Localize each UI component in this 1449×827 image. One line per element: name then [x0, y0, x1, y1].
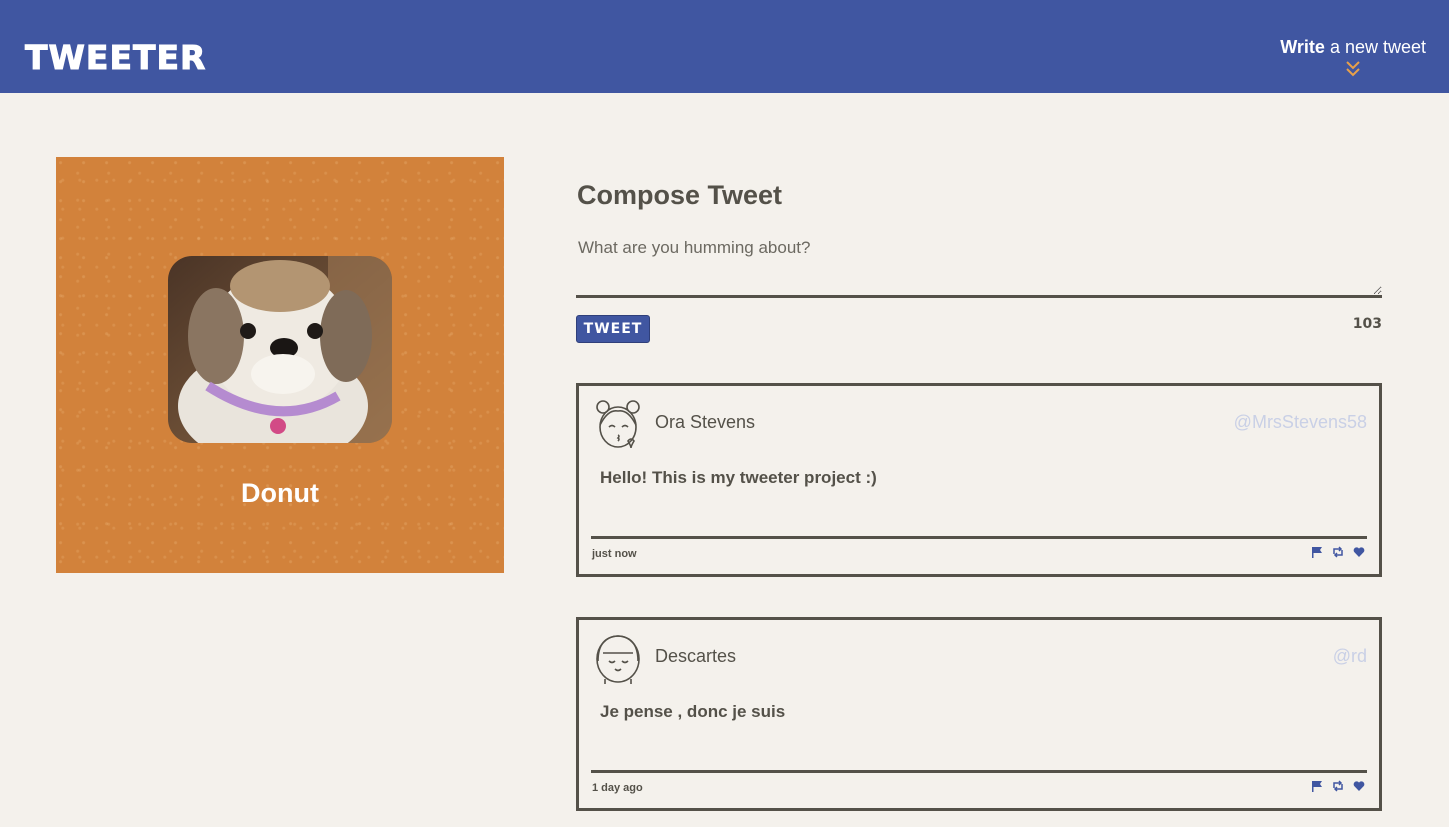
- flag-icon[interactable]: [1311, 780, 1323, 792]
- brand-logo[interactable]: TWEETER: [24, 38, 206, 78]
- tweet-author-handle: @MrsStevens58: [1233, 412, 1367, 432]
- heart-icon[interactable]: [1353, 546, 1365, 558]
- retweet-icon[interactable]: [1332, 780, 1344, 792]
- tweet-content: Je pense , donc je suis: [600, 702, 786, 721]
- tweet-timestamp: just now: [592, 548, 637, 560]
- tweet-content: Hello! This is my tweeter project :): [600, 468, 877, 487]
- profile-card: Donut: [56, 157, 504, 573]
- tweet-divider: [591, 536, 1367, 539]
- user-avatar-icon: [594, 631, 642, 685]
- tweet-author-handle: @rd: [1332, 646, 1367, 666]
- tweet-divider: [591, 770, 1367, 773]
- top-nav: TWEETER Write a new tweet: [0, 0, 1449, 93]
- tweet-card: Descartes @rd Je pense , donc je suis 1 …: [576, 617, 1382, 811]
- compose-title: Compose Tweet: [577, 180, 783, 210]
- profile-name: Donut: [241, 478, 319, 508]
- write-link-bold: Write: [1280, 37, 1325, 57]
- tweet-card: Ora Stevens @MrsStevens58 Hello! This is…: [576, 383, 1382, 577]
- retweet-icon[interactable]: [1332, 546, 1344, 558]
- tweet-text-input[interactable]: [576, 232, 1382, 298]
- write-new-tweet-link[interactable]: Write a new tweet: [1280, 37, 1426, 78]
- double-chevron-down-icon[interactable]: [1344, 60, 1362, 78]
- tweet-actions: [1311, 780, 1365, 792]
- character-counter: 103: [1352, 316, 1382, 332]
- user-avatar-icon: [594, 397, 642, 451]
- flag-icon[interactable]: [1311, 546, 1323, 558]
- tweet-author-name: Descartes: [655, 646, 737, 666]
- tweet-actions: [1311, 546, 1365, 558]
- tweet-submit-button[interactable]: TWEET: [576, 315, 650, 343]
- tweet-author-name: Ora Stevens: [655, 412, 756, 432]
- heart-icon[interactable]: [1353, 780, 1365, 792]
- tweet-timestamp: 1 day ago: [592, 782, 643, 794]
- write-link-text: a new tweet: [1324, 37, 1426, 57]
- profile-avatar: [168, 256, 392, 443]
